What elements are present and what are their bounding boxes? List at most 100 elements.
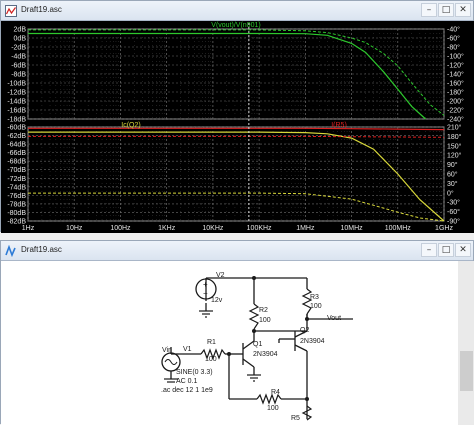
maximize-button[interactable]: □ (438, 3, 454, 17)
schematic-drawing[interactable]: + − V2 12v R3 100 R2 100 Q2 2N3904 Q1 2N… (1, 261, 474, 425)
y-tick-label: -76dB (7, 193, 26, 200)
y2-tick-label: -30° (447, 199, 460, 207)
ground-symbol (199, 310, 213, 318)
v2-value: 12v (211, 297, 223, 304)
plot-window-title: Draft19.asc (21, 5, 62, 14)
trace-label: V(vout)/V(n001) (211, 22, 260, 29)
x-tick-label: 1KHz (158, 225, 176, 232)
y2-tick-label: 90° (447, 161, 458, 169)
plot-titlebar[interactable]: Draft19.asc – □ ✕ (1, 1, 473, 21)
junction-dots (227, 276, 309, 401)
y2-tick-label: -220° (447, 107, 464, 115)
series-phase-line (28, 29, 445, 116)
y2-tick-label: 30° (447, 180, 458, 188)
scrollbar-thumb[interactable] (460, 351, 473, 391)
y-tick-label: -14dB (7, 99, 26, 106)
r4-symbol[interactable] (256, 393, 282, 405)
x-tick-label: 1GHz (435, 225, 453, 232)
y2-tick-label: -60° (447, 35, 460, 43)
r2-symbol[interactable] (248, 303, 260, 330)
y2-tick-label: 60° (447, 171, 458, 179)
r4-label: R4 (271, 389, 280, 396)
schematic-window-title: Draft19.asc (21, 245, 62, 254)
waveform-plot-area[interactable]: 2dB 0dB -2dB -4dB -6dB -8dB -10dB -12dB -14dB -16… (1, 21, 474, 233)
svg-text:−: − (203, 289, 208, 298)
y-tick-label: -80dB (7, 210, 26, 217)
y-tick-label: -4dB (11, 54, 26, 61)
close-button[interactable]: ✕ (455, 3, 471, 17)
q2-model: 2N3904 (300, 338, 325, 345)
x-tick-label: 10KHz (202, 225, 224, 232)
schematic-titlebar[interactable]: Draft19.asc – □ ✕ (1, 241, 473, 261)
y2-tick-label: -40° (447, 26, 460, 34)
x-tick-label: 10Hz (66, 225, 83, 232)
y-tick-label: -8dB (11, 72, 26, 79)
y-tick-label: -72dB (7, 176, 26, 183)
y2-tick-label: -80° (447, 44, 460, 52)
y-tick-label: -62dB (7, 133, 26, 140)
schematic-canvas[interactable]: + − V2 12v R3 100 R2 100 Q2 2N3904 Q1 2N… (1, 261, 474, 425)
trace-label: I(R5) (331, 122, 347, 129)
y-tick-label: -70dB (7, 167, 26, 174)
q2-label: Q2 (300, 327, 309, 334)
r3-value: 100 (310, 303, 322, 310)
minimize-button[interactable]: – (421, 3, 437, 17)
y2-tick-label: -180° (447, 89, 464, 97)
y-tick-label: 2dB (14, 27, 27, 34)
x-tick-label: 100MHz (385, 225, 412, 232)
ac-spec: AC 0.1 (176, 378, 198, 385)
y-tick-label: -12dB (7, 90, 26, 97)
y-tick-label: -78dB (7, 201, 26, 208)
schematic-icon (5, 245, 16, 257)
r1-label: R1 (207, 339, 216, 346)
x-tick-label: 1Hz (22, 225, 35, 232)
svg-text:+: + (203, 280, 208, 289)
y-tick-label: -2dB (11, 45, 26, 52)
y2-tick-label: 180° (447, 133, 462, 141)
y-tick-label: 0dB (14, 36, 27, 43)
series-phase-line (28, 135, 445, 138)
x-tick-label: 1MHz (296, 225, 315, 232)
r3-symbol[interactable] (301, 288, 313, 315)
y2-tick-label: -140° (447, 71, 464, 79)
y-tick-label: -10dB (7, 81, 26, 88)
x-tick-label: 100KHz (247, 225, 272, 232)
y2-tick-label: -240° (447, 116, 464, 124)
y-tick-label: -74dB (7, 184, 26, 191)
y2-tick-label: -120° (447, 62, 464, 70)
plot-frame (27, 126, 445, 222)
y2-tick-label: 210° (447, 124, 462, 132)
y2-tick-label: 150° (447, 142, 462, 150)
y2-tick-label: 120° (447, 152, 462, 160)
maximize-button[interactable]: □ (438, 243, 454, 257)
minimize-button[interactable]: – (421, 243, 437, 257)
sine-spec: SINE(0 3.3) (176, 369, 213, 376)
vout-net-label: Vout (327, 315, 341, 322)
ground-symbol (247, 374, 261, 382)
y2-tick-label: -60° (447, 208, 460, 216)
q1-model: 2N3904 (253, 351, 278, 358)
ac-directive: .ac dec 12 1 1e9 (161, 387, 213, 394)
schematic-window: Draft19.asc – □ ✕ + − V2 12v R3 100 R2 1… (0, 240, 474, 425)
y-tick-label: -66dB (7, 150, 26, 157)
trace-label: Ic(Q2) (121, 122, 140, 129)
y2-tick-label: 0° (447, 189, 454, 197)
series-magnitude-line (28, 127, 445, 131)
y-tick-label: -16dB (7, 108, 26, 115)
r1-value: 100 (205, 356, 217, 363)
plot-icon (5, 5, 17, 17)
vertical-scrollbar[interactable] (458, 261, 474, 425)
schematic-wires (170, 277, 353, 419)
r5-label: R5 (291, 415, 300, 422)
x-tick-label: 10MHz (340, 225, 363, 232)
y-tick-label: -64dB (7, 142, 26, 149)
y2-tick-label: -160° (447, 80, 464, 88)
vin-label: Vin (162, 347, 172, 354)
waveform-plot[interactable]: 2dB 0dB -2dB -4dB -6dB -8dB -10dB -12dB -14dB -16… (1, 21, 474, 233)
v1-label: V1 (183, 346, 192, 353)
series-phase-line (28, 192, 445, 222)
r4-value: 100 (267, 405, 279, 412)
y-tick-label: -68dB (7, 159, 26, 166)
close-button[interactable]: ✕ (455, 243, 471, 257)
y-tick-label: -60dB (7, 125, 26, 132)
